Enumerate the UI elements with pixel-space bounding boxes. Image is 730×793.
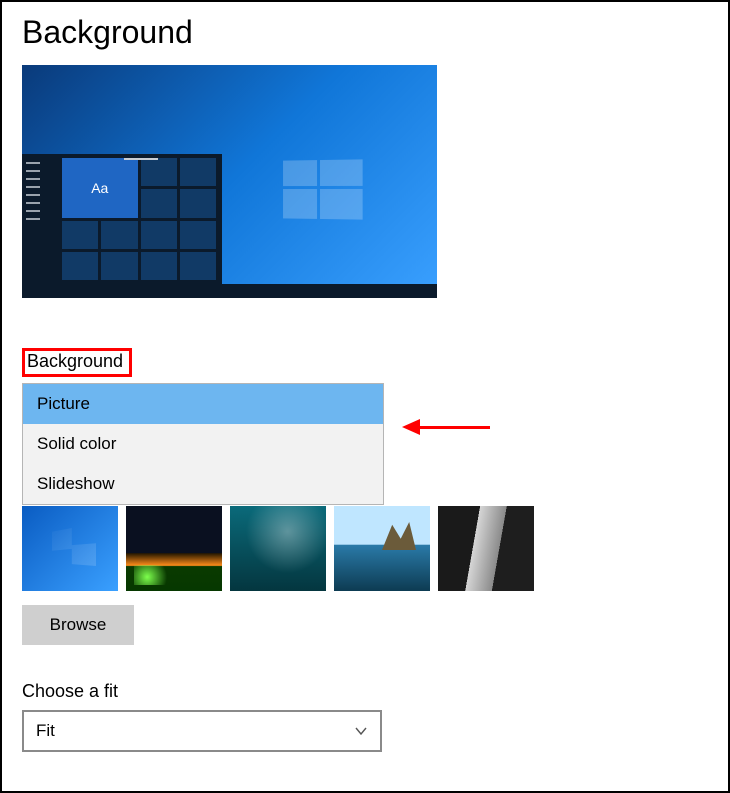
choose-fit-label: Choose a fit <box>22 681 708 702</box>
preview-start-menu: Aa <box>22 154 222 284</box>
annotation-highlight-box: Background <box>22 348 132 377</box>
background-label: Background <box>22 348 708 377</box>
thumbnail-underwater[interactable] <box>230 506 326 591</box>
browse-button[interactable]: Browse <box>22 605 134 645</box>
settings-background-panel: Background Aa Background Picture Solid c… <box>0 0 730 793</box>
annotation-arrow <box>402 419 490 435</box>
page-title: Background <box>22 14 708 51</box>
picture-thumbnails <box>22 506 708 591</box>
background-option-picture[interactable]: Picture <box>23 384 383 424</box>
preview-taskbar <box>22 284 437 298</box>
desktop-preview: Aa <box>22 65 437 298</box>
preview-sample-text-tile: Aa <box>62 158 138 218</box>
fit-selected-value: Fit <box>36 721 55 741</box>
background-option-slideshow[interactable]: Slideshow <box>23 464 383 504</box>
thumbnail-cliff-waterfall[interactable] <box>438 506 534 591</box>
background-option-solid-color[interactable]: Solid color <box>23 424 383 464</box>
thumbnail-beach-rock[interactable] <box>334 506 430 591</box>
thumbnail-windows-default[interactable] <box>22 506 118 591</box>
windows-logo-icon <box>283 159 363 220</box>
chevron-down-icon <box>354 724 368 738</box>
fit-dropdown[interactable]: Fit <box>22 710 382 752</box>
thumbnail-night-horizon[interactable] <box>126 506 222 591</box>
background-dropdown[interactable]: Picture Solid color Slideshow <box>22 383 384 505</box>
